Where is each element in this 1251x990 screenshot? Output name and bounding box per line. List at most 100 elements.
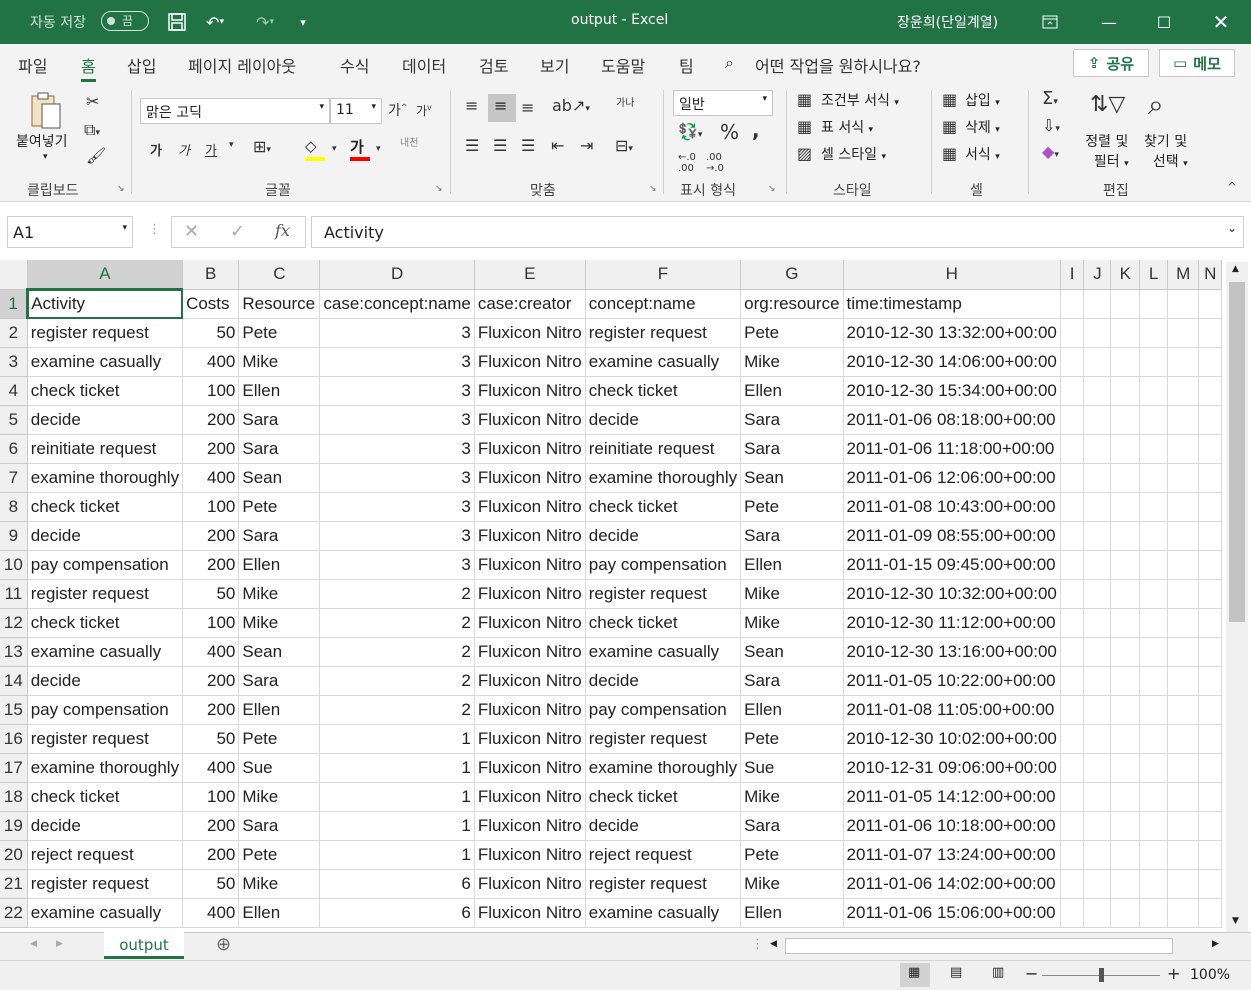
find-select-button[interactable]: 찾기 및 선택 ▾ (1144, 131, 1188, 171)
cell[interactable]: Ellen (238, 695, 321, 725)
cell[interactable]: 2011-01-05 14:12:00+00:00 (843, 782, 1061, 812)
cell[interactable]: register request (585, 579, 742, 609)
cell[interactable]: 3 (319, 434, 475, 464)
cut-icon[interactable]: ✂ (86, 92, 99, 111)
cell[interactable] (1083, 724, 1112, 754)
cell[interactable]: Fluxicon Nitro (474, 637, 586, 667)
cell[interactable] (1083, 695, 1112, 725)
formula-input[interactable]: Activity ⌄ (311, 216, 1244, 248)
cell[interactable]: pay compensation (585, 550, 742, 580)
fill-color-icon[interactable]: ◇ (305, 137, 327, 163)
column-header[interactable]: L (1139, 260, 1168, 290)
cell[interactable] (1198, 289, 1222, 319)
share-button[interactable]: ⇪ 공유 (1073, 49, 1149, 77)
cell[interactable]: 400 (182, 753, 240, 783)
cell[interactable] (1198, 695, 1222, 725)
fill-icon[interactable]: ⇩▾ (1042, 116, 1060, 135)
font-color-dropdown-icon[interactable]: ▾ (376, 144, 381, 154)
zoom-out-icon[interactable]: − (1025, 964, 1038, 983)
cell[interactable] (1198, 492, 1222, 522)
row-header[interactable]: 2 (0, 318, 28, 348)
row-header[interactable]: 9 (0, 521, 28, 551)
cell[interactable]: Sara (238, 405, 321, 435)
row-header[interactable]: 10 (0, 550, 28, 580)
cell[interactable] (1167, 695, 1200, 725)
row-header[interactable]: 5 (0, 405, 28, 435)
cell[interactable]: examine casually (585, 898, 742, 928)
cell[interactable] (1167, 550, 1200, 580)
column-header[interactable]: I (1060, 260, 1085, 290)
cell[interactable]: 3 (319, 376, 475, 406)
cell[interactable] (1167, 608, 1200, 638)
cell[interactable]: 2 (319, 695, 475, 725)
cell[interactable]: Mike (740, 347, 844, 377)
sort-filter-button[interactable]: 정렬 및 필터 ▾ (1085, 131, 1128, 171)
cell[interactable] (1060, 695, 1085, 725)
cell[interactable] (1198, 347, 1222, 377)
formula-bar-handle-icon[interactable]: ⋮ (148, 222, 161, 237)
conditional-formatting-button[interactable]: 조건부 서식 ▾ (821, 90, 899, 110)
cell[interactable] (1167, 347, 1200, 377)
cell[interactable]: register request (27, 579, 184, 609)
cell[interactable] (1167, 811, 1200, 841)
tell-me-input[interactable]: 어떤 작업을 원하시나요? (755, 53, 921, 77)
minimize-icon[interactable]: — (1099, 10, 1119, 34)
cell[interactable] (1110, 347, 1141, 377)
cell[interactable]: 2011-01-09 08:55:00+00:00 (843, 521, 1061, 551)
cell[interactable] (1110, 579, 1141, 609)
cell[interactable] (1198, 724, 1222, 754)
cell[interactable]: Mike (238, 869, 321, 899)
cell[interactable] (1083, 521, 1112, 551)
cell[interactable]: Pete (238, 840, 321, 870)
zoom-in-icon[interactable]: + (1167, 964, 1180, 983)
customize-qat-icon[interactable]: ▾ (296, 10, 310, 34)
cell[interactable]: 3 (319, 492, 475, 522)
tab-file[interactable]: 파일 (18, 53, 47, 77)
cell[interactable]: Mike (238, 782, 321, 812)
paste-dropdown-icon[interactable]: ▾ (43, 152, 48, 162)
cell[interactable]: 100 (182, 782, 240, 812)
name-box[interactable]: A1 ▾ (7, 216, 133, 248)
column-header[interactable]: H (843, 260, 1061, 290)
cell[interactable] (1167, 463, 1200, 493)
cell[interactable] (1083, 405, 1112, 435)
cell[interactable]: Ellen (238, 376, 321, 406)
cell[interactable] (1060, 521, 1085, 551)
cell[interactable]: Fluxicon Nitro (474, 376, 586, 406)
cell[interactable]: 6 (319, 898, 475, 928)
tab-splitter-icon[interactable]: ⋮ (751, 937, 764, 952)
cell[interactable] (1167, 521, 1200, 551)
cell[interactable] (1198, 550, 1222, 580)
cell[interactable] (1110, 376, 1141, 406)
phonetic-icon[interactable]: 내천 (400, 138, 422, 149)
cell[interactable]: Fluxicon Nitro (474, 521, 586, 551)
cell[interactable] (1139, 521, 1168, 551)
cell[interactable]: Sara (238, 811, 321, 841)
cell[interactable] (1083, 434, 1112, 464)
font-size-select[interactable]: 11 ▾ (330, 98, 382, 124)
cell[interactable]: reject request (585, 840, 742, 870)
cell[interactable] (1083, 811, 1112, 841)
cell[interactable] (1083, 782, 1112, 812)
cell[interactable] (1139, 724, 1168, 754)
cell[interactable] (1060, 434, 1085, 464)
autosave-toggle[interactable]: 끔 (101, 11, 149, 31)
normal-view-icon[interactable]: ▦ (900, 963, 930, 987)
cell[interactable] (1198, 898, 1222, 928)
cell[interactable] (1139, 637, 1168, 667)
cell[interactable] (1110, 318, 1141, 348)
cell[interactable]: register request (585, 869, 742, 899)
cell[interactable] (1139, 869, 1168, 899)
close-icon[interactable]: ✕ (1211, 10, 1231, 34)
row-header[interactable]: 19 (0, 811, 28, 841)
cell[interactable] (1083, 637, 1112, 667)
cell[interactable]: examine casually (585, 347, 742, 377)
column-header[interactable]: E (474, 260, 586, 290)
cell[interactable] (1167, 753, 1200, 783)
cell[interactable] (1167, 434, 1200, 464)
cell[interactable] (1083, 666, 1112, 696)
row-header[interactable]: 13 (0, 637, 28, 667)
cell[interactable]: Sara (740, 811, 844, 841)
cell[interactable]: Fluxicon Nitro (474, 347, 586, 377)
cell[interactable] (1139, 811, 1168, 841)
